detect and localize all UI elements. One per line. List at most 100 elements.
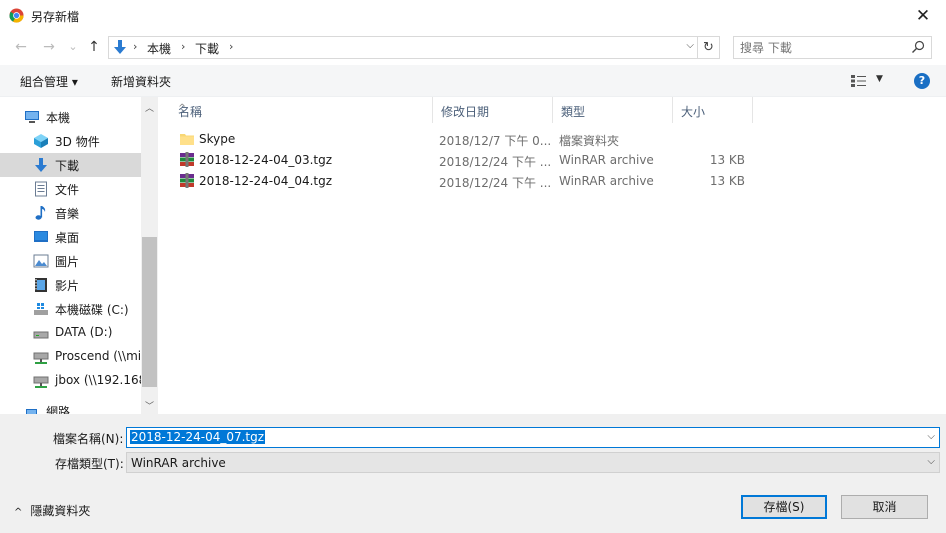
filetype-label: 存檔類型(T):: [55, 457, 124, 471]
nav-item-local-disk-c[interactable]: 本機磁碟 (C:): [0, 297, 141, 321]
new-folder-button[interactable]: 新增資料夾: [111, 73, 171, 90]
nav-item-this-pc[interactable]: 本機: [0, 105, 141, 129]
nav-item-documents[interactable]: 文件: [0, 177, 141, 201]
close-icon: ✕: [915, 5, 931, 26]
scrollbar-thumb[interactable]: [142, 237, 157, 387]
hide-folders-toggle[interactable]: ^ 隱藏資料夾: [14, 502, 90, 519]
column-header-name[interactable]: 名稱 ^: [170, 97, 433, 123]
videos-icon: [35, 278, 47, 292]
drive-icon: [33, 331, 49, 339]
organize-button[interactable]: 組合管理 ▾: [20, 73, 78, 90]
nav-item-desktop[interactable]: 桌面: [0, 225, 141, 249]
column-header-type[interactable]: 類型: [553, 97, 673, 123]
sort-ascending-icon: ^: [178, 103, 187, 114]
nav-item-label: Proscend (\\mis: [55, 349, 148, 363]
winrar-archive-icon: [180, 173, 194, 188]
save-options-panel: 檔案名稱(N): 2018-12-24-04_07.tgz ⌵ 存檔類型(T):…: [0, 414, 946, 533]
column-header-label: 大小: [681, 105, 706, 119]
navigation-pane: 本機 3D 物件 下載 文件 音樂 桌面 圖片 影片 本機磁碟 (C:) DAT…: [0, 97, 158, 414]
nav-item-3d-objects[interactable]: 3D 物件: [0, 129, 141, 153]
search-input[interactable]: [740, 39, 900, 56]
nav-item-network[interactable]: 網路: [0, 399, 141, 414]
view-dropdown-icon[interactable]: ▼: [876, 74, 883, 84]
nav-item-label: 本機磁碟 (C:): [55, 303, 129, 317]
filetype-dropdown-icon[interactable]: ⌵: [927, 456, 935, 467]
search-box[interactable]: [733, 36, 932, 59]
navigation-scrollbar[interactable]: ︿ ﹀: [141, 97, 158, 414]
save-button[interactable]: 存檔(S): [741, 495, 827, 519]
nav-item-label: 本機: [46, 111, 71, 125]
desktop-icon: [34, 231, 48, 242]
hide-folders-label: 隱藏資料夾: [30, 504, 91, 518]
breadcrumb-this-pc[interactable]: 本機: [147, 40, 171, 57]
address-dropdown-icon[interactable]: ⌵: [686, 40, 694, 51]
nav-item-data-d[interactable]: DATA (D:): [0, 321, 141, 345]
chrome-icon: [9, 8, 24, 23]
breadcrumb-downloads[interactable]: 下載: [195, 40, 219, 57]
search-icon: [912, 40, 925, 53]
breadcrumb-separator: ›: [229, 40, 234, 53]
computer-icon: [25, 111, 39, 123]
nav-item-label: 文件: [55, 183, 80, 197]
up-button[interactable]: ↑: [85, 38, 103, 56]
back-button[interactable]: ←: [12, 38, 30, 56]
filetype-value: WinRAR archive: [131, 456, 226, 470]
file-row[interactable]: 2018-12-24-04_04.tgz 2018/12/24 下午 ... W…: [160, 170, 760, 191]
recent-locations-button[interactable]: ⌄: [64, 38, 82, 56]
nav-item-label: 網路: [46, 405, 71, 414]
filename-value: 2018-12-24-04_07.tgz: [130, 430, 266, 444]
network-icon: [26, 409, 37, 414]
breadcrumb-separator: ›: [181, 40, 186, 53]
refresh-button[interactable]: ↻: [697, 37, 719, 58]
command-bar: 組合管理 ▾ 新增資料夾 ▼ ?: [0, 65, 946, 97]
column-header-date[interactable]: 修改日期: [433, 97, 553, 123]
file-name: 2018-12-24-04_04.tgz: [199, 174, 333, 188]
nav-item-label: jbox (\\192.168: [55, 373, 147, 387]
nav-item-downloads[interactable]: 下載: [0, 153, 141, 177]
column-header-label: 類型: [561, 105, 586, 119]
scroll-up-icon[interactable]: ︿: [141, 101, 158, 114]
filename-label: 檔案名稱(N):: [53, 432, 124, 446]
file-type: 檔案資料夾: [559, 134, 620, 148]
nav-item-label: 圖片: [55, 255, 80, 269]
scroll-down-icon[interactable]: ﹀: [141, 399, 158, 412]
file-row[interactable]: 2018-12-24-04_03.tgz 2018/12/24 下午 ... W…: [160, 149, 760, 170]
filename-input[interactable]: 2018-12-24-04_07.tgz ⌵: [126, 427, 940, 448]
help-icon[interactable]: ?: [914, 73, 930, 89]
nav-item-videos[interactable]: 影片: [0, 273, 141, 297]
address-bar[interactable]: › 本機 › 下載 › ⌵ ↻: [108, 36, 720, 59]
nav-item-pictures[interactable]: 圖片: [0, 249, 141, 273]
network-drive-icon: [33, 352, 49, 364]
cancel-button[interactable]: 取消: [841, 495, 928, 519]
column-header-size[interactable]: 大小: [673, 97, 753, 123]
documents-icon: [35, 181, 47, 197]
close-button[interactable]: ✕: [900, 0, 946, 31]
address-row: ← → ⌄ ↑ › 本機 › 下載 › ⌵ ↻: [0, 31, 946, 65]
nav-item-jbox[interactable]: jbox (\\192.168: [0, 369, 146, 393]
winrar-archive-icon: [180, 152, 194, 167]
filetype-select[interactable]: WinRAR archive ⌵: [126, 452, 940, 473]
forward-button[interactable]: →: [40, 38, 58, 56]
nav-item-proscend[interactable]: Proscend (\\mis: [0, 345, 147, 369]
filename-dropdown-icon[interactable]: ⌵: [927, 431, 935, 442]
chevron-up-icon: ^: [14, 507, 23, 518]
nav-item-label: 3D 物件: [55, 135, 100, 149]
title-bar: 另存新檔 ✕: [0, 0, 946, 31]
nav-item-music[interactable]: 音樂: [0, 201, 141, 225]
file-list: 名稱 ^ 修改日期 類型 大小 Skype 2018/12/7 下午 0... …: [160, 97, 946, 414]
music-icon: [35, 206, 46, 220]
file-size: 13 KB: [709, 153, 745, 167]
pictures-icon: [33, 254, 49, 268]
file-date: 2018/12/7 下午 0...: [439, 134, 552, 148]
file-type: WinRAR archive: [559, 174, 654, 188]
file-name: 2018-12-24-04_03.tgz: [199, 153, 333, 167]
column-header-label: 修改日期: [441, 105, 490, 119]
nav-item-label: 影片: [55, 279, 80, 293]
file-date: 2018/12/24 下午 ...: [439, 176, 552, 190]
nav-item-label: 音樂: [55, 207, 80, 221]
view-options-icon[interactable]: [851, 74, 867, 88]
folder-icon: [180, 134, 194, 145]
file-row[interactable]: Skype 2018/12/7 下午 0... 檔案資料夾: [160, 128, 760, 149]
breadcrumb-separator: ›: [133, 40, 138, 53]
windows-drive-icon: [34, 303, 48, 315]
